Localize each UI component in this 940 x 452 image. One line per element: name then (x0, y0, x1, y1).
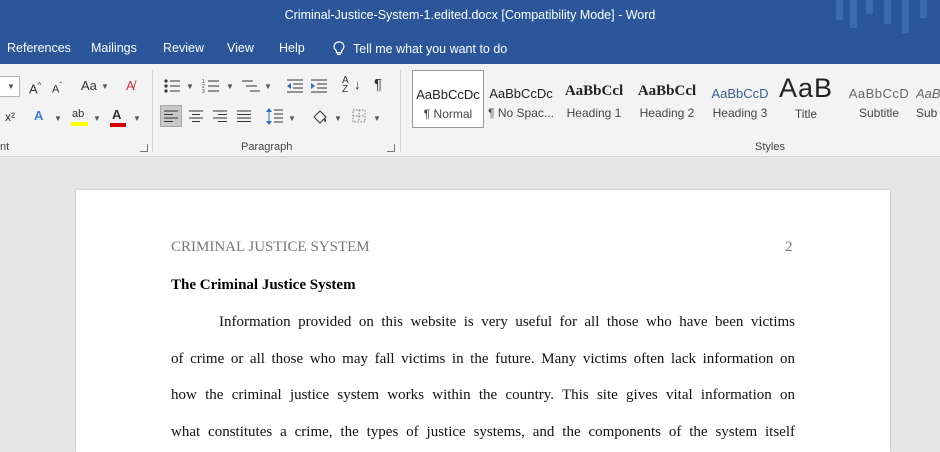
show-formatting-marks-icon[interactable]: ¶ (374, 77, 382, 93)
font-dialog-launcher[interactable] (140, 144, 148, 152)
chevron-down-icon: ▼ (93, 114, 101, 123)
style-sample: AaBbCcDc (416, 87, 480, 102)
align-center-icon[interactable] (189, 110, 204, 123)
paragraph-line: of crime or all those who may fall victi… (171, 351, 795, 367)
tell-me-search[interactable]: Tell me what you want to do (333, 41, 507, 56)
multilevel-list-icon[interactable] (241, 78, 261, 94)
numbering-icon[interactable]: 1 2 3 (202, 78, 222, 94)
styles-gallery: AaBbCcDc ¶ Normal AaBbCcDc ¶ No Spac... … (412, 70, 940, 130)
sort-arrow-icon: ↓ (354, 77, 361, 92)
style-sample: AaBbCcD (848, 86, 910, 101)
chevron-down-icon: ▼ (288, 114, 296, 123)
style-name: Heading 2 (639, 106, 695, 120)
document-page[interactable]: CRIMINAL JUSTICE SYSTEM 2 The Criminal J… (76, 190, 890, 452)
style-name: Heading 1 (566, 106, 622, 120)
font-color-icon[interactable]: A (112, 107, 121, 123)
chevron-down-icon: ▼ (264, 82, 272, 91)
styles-group-label: Styles (755, 141, 785, 153)
window-title: Criminal-Justice-System-1.edited.docx [C… (284, 8, 656, 22)
svg-text:3: 3 (202, 89, 205, 94)
clear-formatting-icon[interactable]: A̸ (126, 78, 135, 94)
style-sample: AaBbCcl (637, 83, 697, 99)
title-bar-decoration (884, 0, 891, 24)
title-bar-decoration (920, 0, 927, 18)
lightbulb-icon (333, 41, 345, 55)
align-right-icon[interactable] (213, 110, 228, 123)
tab-review[interactable]: Review (163, 41, 204, 55)
chevron-down-icon: ▼ (334, 114, 342, 123)
style-sample: AaB (778, 73, 834, 103)
style-name: ¶ Normal (423, 107, 473, 121)
style-name: Sub (916, 106, 938, 120)
document-heading: The Criminal Justice System (171, 277, 356, 293)
chevron-down-icon: ▼ (7, 82, 15, 91)
decrease-indent-icon[interactable] (286, 78, 304, 94)
bullets-icon[interactable] (163, 78, 183, 94)
chevron-down-icon: ▼ (54, 114, 62, 123)
title-bar-decoration (850, 0, 857, 28)
style-name: Title (794, 107, 818, 121)
title-bar-decoration (902, 0, 909, 33)
paragraph-group-label: Paragraph (241, 141, 293, 153)
chevron-down-icon: ▼ (101, 82, 109, 91)
font-size-box[interactable]: ▼ (0, 76, 20, 97)
shrink-font-icon[interactable]: Aˇ (52, 78, 62, 98)
style-name: Subtitle (858, 106, 900, 120)
ribbon-tabs: References Mailings Review View Help Tel… (0, 33, 940, 64)
paragraph-line: what constitutes a crime, the types of j… (171, 424, 795, 440)
style-sample: AaBl (916, 86, 940, 101)
group-divider (152, 70, 153, 152)
borders-icon[interactable] (352, 109, 366, 123)
chevron-down-icon: ▼ (133, 114, 141, 123)
style-subtle-emphasis[interactable]: AaBl Sub (916, 70, 940, 128)
style-name: ¶ No Spac... (488, 106, 554, 120)
style-heading-1[interactable]: AaBbCcl Heading 1 (558, 70, 630, 128)
chevron-down-icon: ▼ (373, 114, 381, 123)
tab-help[interactable]: Help (279, 41, 305, 55)
highlight-color-swatch (71, 122, 88, 126)
style-normal[interactable]: AaBbCcDc ¶ Normal (412, 70, 484, 128)
chevron-down-icon: ▼ (186, 82, 194, 91)
font-group-label: nt (0, 141, 10, 153)
tell-me-label: Tell me what you want to do (353, 41, 508, 56)
paragraph-line: Information provided on this website is … (219, 314, 795, 330)
style-subtitle[interactable]: AaBbCcD Subtitle (843, 70, 915, 128)
align-left-button[interactable] (160, 105, 182, 127)
title-bar-decoration (836, 0, 843, 20)
sort-icon[interactable]: AZ (342, 76, 349, 95)
style-title[interactable]: AaB Title (770, 70, 842, 128)
tab-references[interactable]: References (7, 41, 71, 55)
line-spacing-icon[interactable] (266, 108, 284, 125)
justify-icon[interactable] (237, 110, 252, 123)
tab-mailings[interactable]: Mailings (91, 41, 137, 55)
running-header: CRIMINAL JUSTICE SYSTEM (171, 239, 370, 255)
style-name: Heading 3 (712, 106, 768, 120)
tab-view[interactable]: View (227, 41, 254, 55)
align-left-icon (164, 110, 178, 122)
increase-indent-icon[interactable] (310, 78, 328, 94)
style-sample: AaBbCcDc (489, 86, 553, 101)
group-divider (400, 70, 401, 152)
highlight-icon[interactable]: ab (72, 106, 84, 122)
style-sample: AaBbCcl (564, 83, 624, 99)
style-heading-2[interactable]: AaBbCcl Heading 2 (631, 70, 703, 128)
font-color-swatch (110, 123, 126, 127)
page-number: 2 (785, 239, 793, 255)
style-heading-3[interactable]: AaBbCcD Heading 3 (704, 70, 776, 128)
change-case-icon[interactable]: Aa (81, 78, 97, 94)
shading-icon[interactable] (311, 108, 329, 126)
paragraph-line: how the criminal justice system works wi… (171, 387, 795, 403)
superscript-icon[interactable]: x² (5, 109, 15, 125)
grow-font-icon[interactable]: A^ (29, 78, 41, 97)
style-sample: AaBbCcD (711, 86, 769, 101)
style-no-spacing[interactable]: AaBbCcDc ¶ No Spac... (485, 70, 557, 128)
title-bar: Criminal-Justice-System-1.edited.docx [C… (0, 0, 940, 33)
text-effects-icon[interactable]: A (34, 108, 43, 124)
title-bar-decoration (866, 0, 873, 14)
paragraph-dialog-launcher[interactable] (387, 144, 395, 152)
chevron-down-icon: ▼ (226, 82, 234, 91)
